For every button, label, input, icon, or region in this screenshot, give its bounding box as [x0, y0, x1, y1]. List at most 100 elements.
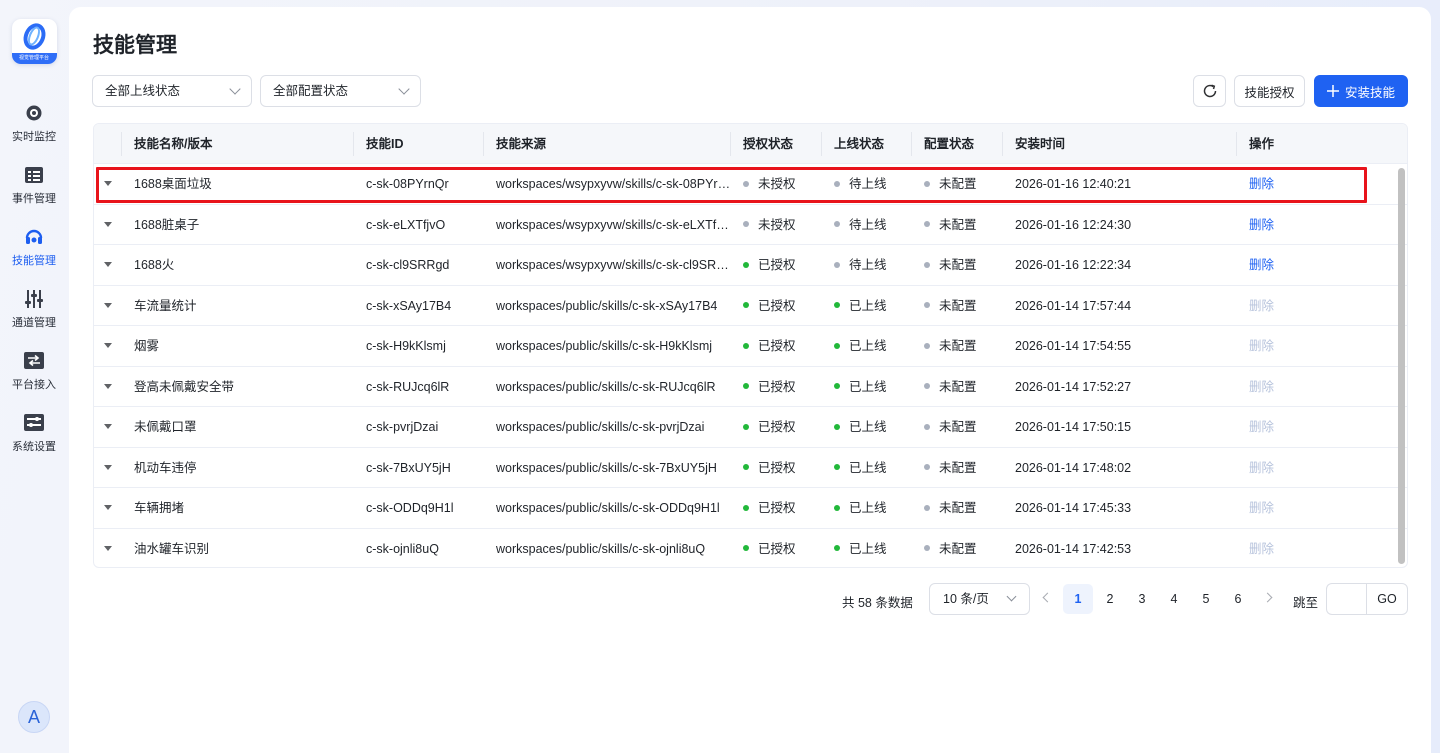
expand-row-icon[interactable]: [94, 407, 122, 447]
app-logo[interactable]: 视觉管理平台: [11, 19, 57, 64]
expand-row-icon[interactable]: [94, 448, 122, 488]
status-text: 已授权: [758, 501, 796, 515]
page-title: 技能管理: [93, 34, 177, 57]
config-status-filter[interactable]: 全部配置状态: [260, 75, 421, 107]
delete-link[interactable]: 删除: [1249, 339, 1274, 353]
sidebar-item-settings[interactable]: 系统设置: [0, 402, 68, 464]
skill-source: workspaces/wsypxyvw/skills/c-sk-cl9SRRgd: [496, 258, 731, 272]
expand-row-icon[interactable]: [94, 529, 122, 568]
link-arrows-icon: [24, 351, 44, 371]
auth-status: 未授权: [731, 205, 822, 245]
expand-row-icon[interactable]: [94, 488, 122, 528]
go-button[interactable]: GO: [1366, 583, 1408, 615]
table-row[interactable]: 机动车违停 c-sk-7BxUY5jH workspaces/public/skil…: [94, 448, 1407, 488]
table-row[interactable]: 油水罐车识别 c-sk-ojnli8uQ workspaces/public/ski…: [94, 529, 1407, 568]
refresh-button[interactable]: [1193, 75, 1226, 107]
sidebar-item-monitor[interactable]: 实时监控: [0, 92, 68, 154]
table-row[interactable]: 1688桌面垃圾 c-sk-08PYrnQr workspaces/wsypxyvw…: [94, 164, 1407, 205]
expand-row-icon[interactable]: [94, 164, 122, 204]
auth-status: 已授权: [731, 286, 822, 326]
table-row[interactable]: 烟雾 c-sk-H9kKlsmj workspaces/public/skills/…: [94, 326, 1407, 367]
delete-link[interactable]: 删除: [1249, 501, 1274, 515]
next-page-icon[interactable]: [1262, 592, 1273, 603]
skill-source: workspaces/wsypxyvw/skills/c-sk-08PYrnQr: [496, 177, 731, 191]
caret-down-icon: [104, 302, 112, 308]
status-dot: [834, 423, 840, 430]
jump-page-input[interactable]: [1326, 583, 1366, 615]
table-row[interactable]: 1688火 c-sk-cl9SRRgd workspaces/wsypxyvw/sk…: [94, 245, 1407, 286]
install-skill-button[interactable]: 安装技能: [1314, 75, 1408, 107]
user-avatar[interactable]: A: [18, 701, 50, 733]
skill-source: workspaces/public/skills/c-sk-xSAy17B4: [496, 298, 718, 313]
sidebar-item-platform[interactable]: 平台接入: [0, 340, 68, 402]
page-number[interactable]: 5: [1191, 584, 1221, 614]
status-dot: [924, 545, 930, 552]
skill-id: c-sk-xSAy17B4: [366, 298, 452, 313]
status-dot: [743, 221, 749, 228]
skill-source: workspaces/public/skills/c-sk-H9kKlsmj: [496, 339, 713, 353]
config-status: 未配置: [912, 407, 1003, 447]
status-text: 未配置: [939, 217, 977, 232]
delete-link[interactable]: 删除: [1249, 218, 1274, 232]
table-row[interactable]: 1688脏桌子 c-sk-eLXTfjvO workspaces/wsypxyvw/…: [94, 205, 1407, 245]
page-size-select[interactable]: 10 条/页: [929, 583, 1030, 615]
main-panel: 技能管理 全部上线状态 全部配置状态 技能授权 安装技能 技能名称/版本 技能I…: [69, 7, 1431, 753]
prev-page-icon[interactable]: [1042, 592, 1053, 603]
table-row[interactable]: 未佩戴口罩 c-sk-pvrjDzai workspaces/public/skil…: [94, 407, 1407, 448]
headset-icon: [24, 227, 44, 247]
delete-link[interactable]: 删除: [1249, 380, 1274, 394]
action-cell: 删除: [1237, 407, 1407, 447]
delete-link[interactable]: 删除: [1249, 420, 1274, 434]
config-status: 未配置: [912, 367, 1003, 407]
status-text: 未配置: [939, 379, 977, 394]
status-dot: [743, 180, 749, 187]
sidebar-item-skills[interactable]: 技能管理: [0, 216, 68, 278]
table-row[interactable]: 车辆拥堵 c-sk-ODDq9H1l workspaces/public/skill…: [94, 488, 1407, 529]
skill-id: c-sk-7BxUY5jH: [366, 460, 451, 475]
online-status: 已上线: [822, 529, 912, 568]
expand-row-icon[interactable]: [94, 286, 122, 326]
status-text: 待上线: [849, 258, 887, 272]
settings-panel-icon: [24, 413, 44, 433]
auth-status: 未授权: [731, 164, 822, 204]
skill-id: c-sk-RUJcq6lR: [366, 379, 450, 394]
caret-down-icon: [104, 424, 112, 430]
expand-row-icon[interactable]: [94, 205, 122, 245]
page-number[interactable]: 4: [1159, 584, 1189, 614]
page-number[interactable]: 6: [1223, 584, 1253, 614]
install-time: 2026-01-14 17:42:53: [1015, 541, 1132, 556]
action-cell: 删除: [1237, 245, 1407, 285]
authorize-skill-button[interactable]: 技能授权: [1234, 75, 1305, 107]
delete-link[interactable]: 删除: [1249, 461, 1274, 475]
config-status: 未配置: [912, 529, 1003, 568]
action-cell: 删除: [1237, 529, 1407, 568]
expand-row-icon[interactable]: [94, 326, 122, 366]
expand-row-icon[interactable]: [94, 367, 122, 407]
logo-caption: 视觉管理平台: [11, 53, 57, 64]
page-number[interactable]: 3: [1127, 584, 1157, 614]
sidebar-item-channels[interactable]: 通道管理: [0, 278, 68, 340]
action-cell: 删除: [1237, 488, 1407, 528]
status-dot: [924, 423, 930, 430]
delete-link[interactable]: 删除: [1249, 299, 1274, 313]
auth-status: 已授权: [731, 529, 822, 568]
status-text: 未配置: [939, 298, 977, 313]
table-row[interactable]: 车流量统计 c-sk-xSAy17B4 workspaces/public/skil…: [94, 286, 1407, 326]
online-status-filter[interactable]: 全部上线状态: [92, 75, 252, 107]
table-scrollbar[interactable]: [1398, 168, 1405, 564]
page-size-value: 10 条/页: [943, 592, 989, 606]
chevron-down-icon: [398, 83, 410, 95]
column-header-action: 操作: [1249, 137, 1275, 151]
delete-link[interactable]: 删除: [1249, 177, 1274, 191]
delete-link[interactable]: 删除: [1249, 258, 1274, 272]
page-number[interactable]: 2: [1095, 584, 1125, 614]
online-status: 待上线: [822, 164, 912, 204]
table-row[interactable]: 登高未佩戴安全带 c-sk-RUJcq6lR workspaces/public/s…: [94, 367, 1407, 407]
status-text: 已授权: [758, 420, 796, 434]
delete-link[interactable]: 删除: [1249, 542, 1274, 556]
expand-row-icon[interactable]: [94, 245, 122, 285]
action-cell: 删除: [1237, 205, 1407, 245]
skill-name: 机动车违停: [134, 460, 197, 475]
sidebar-item-events[interactable]: 事件管理: [0, 154, 68, 216]
page-number[interactable]: 1: [1063, 584, 1093, 614]
